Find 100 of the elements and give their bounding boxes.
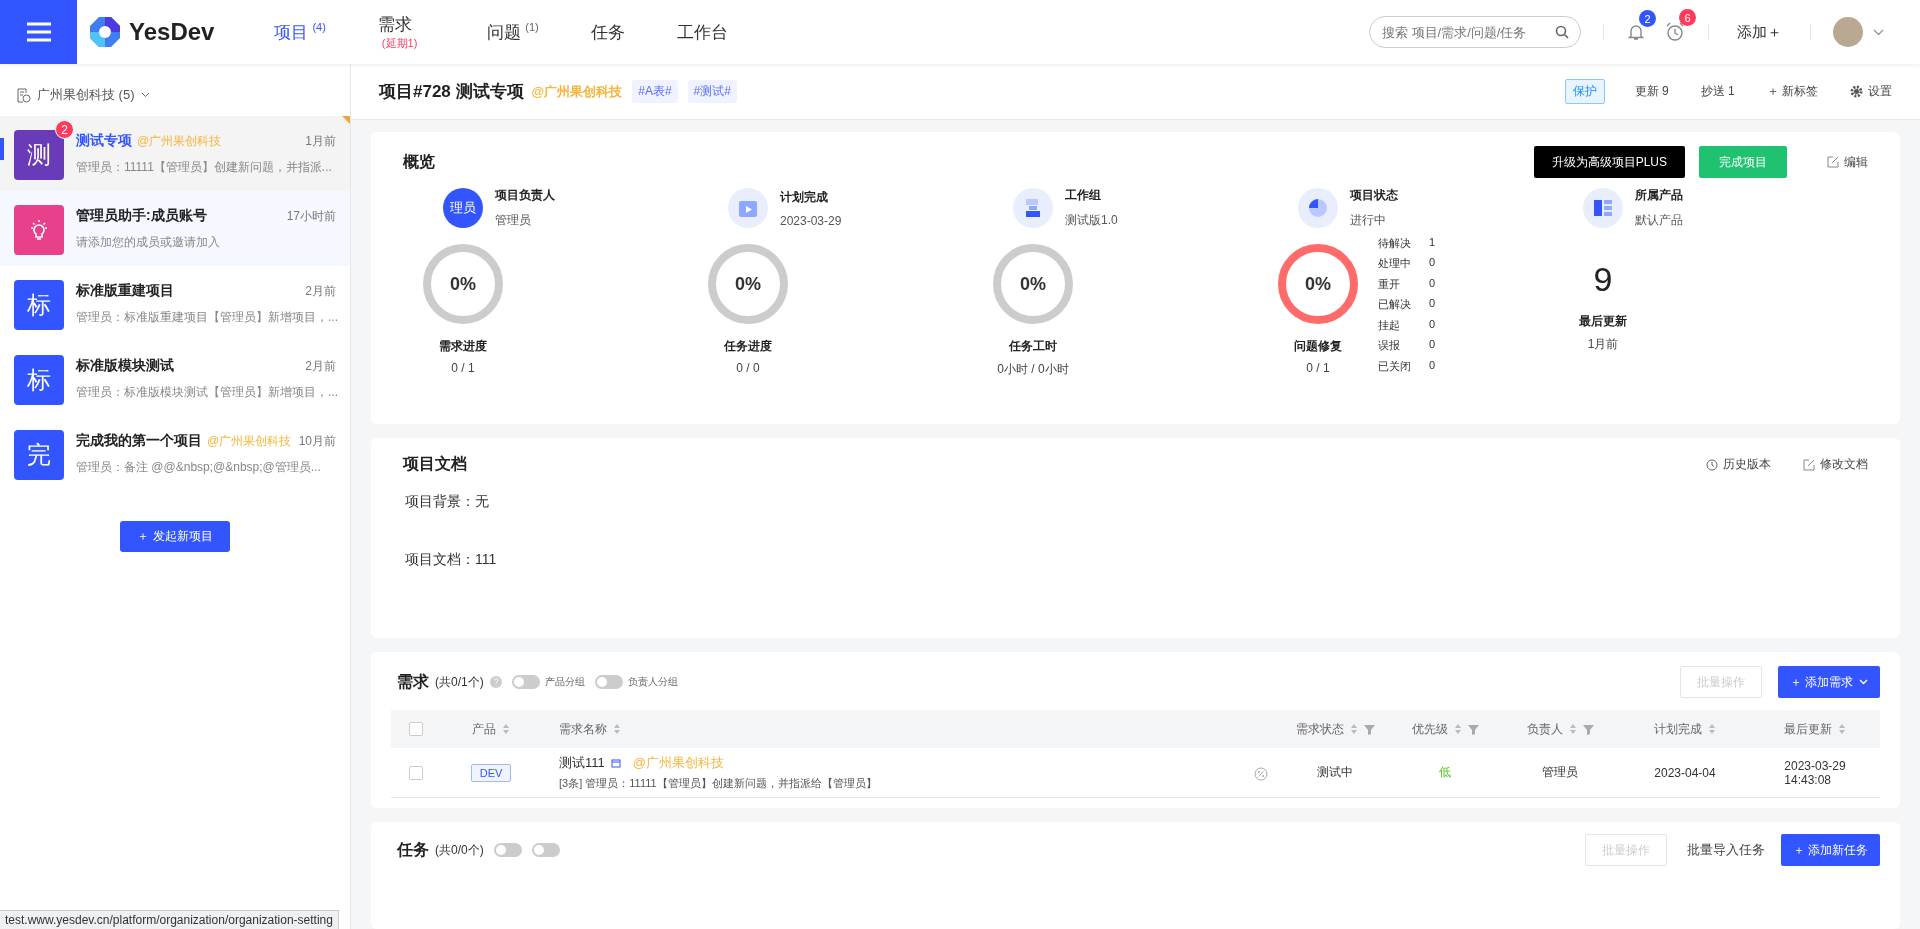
settings-icon — [1850, 85, 1863, 98]
project-list-item[interactable]: 完 完成我的第一个项目 @广州果创科技 10月前 管理员：备注 @@&nbsp;@&nbsp;@管理员... — [0, 416, 350, 491]
requirement-name[interactable]: 测试111 — [559, 754, 605, 772]
owner-avatar: 理员 — [443, 188, 483, 228]
add-requirement-button[interactable]: ＋ 添加需求 — [1777, 666, 1880, 698]
nav-tab[interactable]: 任务 — [590, 20, 625, 44]
project-list-item[interactable]: 标 标准版模块测试 2月前 管理员：标准版模块测试【管理员】新增项目，... — [0, 341, 350, 416]
cc-link[interactable]: 抄送 1 — [1700, 83, 1735, 100]
organization-tag: @广州果创科技 — [207, 433, 292, 450]
project-title: 项目#728 测试专项 — [379, 81, 524, 103]
new-tag-link[interactable]: ＋ 新标签 — [1766, 83, 1818, 100]
sort-icon[interactable] — [1838, 723, 1846, 735]
organization-tag: @广州果创科技 — [632, 754, 724, 772]
calendar-list-icon[interactable] — [16, 87, 31, 103]
project-title: 标准版重建项目 — [76, 282, 174, 300]
stat-label: 挂起 — [1378, 317, 1401, 333]
lightbulb-icon — [28, 219, 50, 241]
upgrade-button[interactable]: 升级为高级项目PLUS — [1533, 146, 1685, 178]
table-cell-text: 2023-04-04 — [1653, 765, 1717, 780]
stat-value: 0 — [1429, 317, 1436, 332]
tag[interactable]: #测试# — [687, 80, 737, 103]
nav-tab[interactable]: 工作台 — [676, 20, 728, 44]
column-header[interactable]: 负责人 — [1526, 720, 1563, 738]
item-count: (共0/1个) — [435, 673, 484, 691]
column-header[interactable]: 优先级 — [1411, 720, 1448, 738]
column-header[interactable]: 最后更新 — [1784, 720, 1832, 738]
ring-label: 问题修复 — [1294, 338, 1342, 355]
doc-line: 项目背景：无 — [405, 493, 490, 511]
priority-label: 低 — [1438, 764, 1452, 781]
new-project-button[interactable]: ＋ 发起新项目 — [120, 521, 230, 552]
sort-icon[interactable] — [1349, 723, 1358, 735]
edit-icon — [1827, 156, 1839, 168]
toggle-switch[interactable] — [594, 675, 623, 689]
project-list-item[interactable]: 测 2 测试专项 @广州果创科技 1月前 管理员：11111【管理员】创建新问题，并指派... — [0, 116, 350, 191]
alarm-clock-icon[interactable] — [1664, 21, 1686, 43]
chevron-down-icon[interactable] — [140, 92, 150, 98]
sort-icon[interactable] — [613, 723, 621, 735]
stat-value: 0 — [1429, 297, 1436, 312]
organization-tag: @广州果创科技 — [531, 82, 623, 101]
stat-label: 已解决 — [1378, 297, 1411, 313]
chevron-down-icon[interactable] — [1873, 28, 1884, 36]
percent-icon — [1254, 767, 1268, 781]
filter-icon[interactable] — [1363, 723, 1375, 735]
settings-button[interactable]: 设置 — [1850, 83, 1892, 100]
sort-icon[interactable] — [1453, 723, 1462, 735]
ring-label: 最后更新 — [1579, 313, 1627, 330]
menu-icon — [25, 21, 52, 43]
edit-doc-link[interactable]: 修改文档 — [1803, 456, 1868, 473]
column-header[interactable]: 产品 — [472, 720, 496, 738]
updates-link[interactable]: 更新 9 — [1634, 83, 1669, 100]
add-menu-button[interactable]: 添加＋ — [1731, 21, 1788, 43]
import-tasks-link[interactable]: 批量导入任务 — [1686, 841, 1765, 859]
search-icon[interactable] — [1555, 25, 1569, 39]
organization-name[interactable]: 广州果创科技 (5) — [37, 86, 135, 104]
table-cell-text: 2023-03-29 14:43:08 — [1783, 758, 1847, 787]
info-value: 2023-03-29 — [780, 213, 842, 228]
nav-tab[interactable]: 项目 $^{(4)}$ — [274, 20, 326, 44]
sort-icon[interactable] — [1568, 723, 1577, 735]
corner-flag-icon — [342, 116, 350, 124]
filter-icon[interactable] — [1467, 723, 1479, 735]
stat-value: 0 — [1429, 338, 1436, 353]
edit-link[interactable]: 编辑 — [1827, 153, 1868, 171]
nav-tab[interactable]: 问题 $^{(1)}$ — [487, 20, 539, 44]
sort-icon[interactable] — [1708, 723, 1716, 735]
help-icon[interactable] — [489, 676, 502, 688]
add-task-button[interactable]: ＋ 添加新任务 — [1780, 834, 1880, 866]
section-title: 需求 — [397, 671, 429, 692]
info-value: 管理员 — [495, 212, 532, 229]
ring-count: 0 / 0 — [736, 361, 760, 375]
column-header[interactable]: 需求名称 — [559, 720, 607, 738]
bell-icon[interactable] — [1626, 22, 1646, 42]
search-field[interactable]: 搜索 项目/需求/问题/任务 — [1369, 16, 1581, 48]
column-header[interactable]: 需求状态 — [1295, 720, 1344, 738]
project-list-item[interactable]: 管理员助手:成员账号 17小时前 请添加您的成员或邀请加入 — [0, 191, 350, 266]
info-label: 项目状态 — [1350, 187, 1398, 204]
checkbox[interactable] — [409, 765, 423, 780]
stat-value: 0 — [1429, 276, 1436, 291]
project-list-item[interactable]: 标 标准版重建项目 2月前 管理员：标准版重建项目【管理员】新增项目，... — [0, 266, 350, 341]
progress-ring: 0% — [708, 244, 788, 324]
avatar[interactable] — [1833, 17, 1863, 47]
menu-button[interactable] — [0, 0, 77, 64]
filter-icon[interactable] — [1582, 723, 1594, 735]
unread-badge: 2 — [55, 120, 74, 139]
tag[interactable]: #A表# — [632, 80, 678, 103]
toggle-switch[interactable] — [511, 675, 540, 689]
toggle-switch[interactable] — [493, 843, 522, 857]
project-title: 测试专项 — [76, 132, 132, 150]
product-tag: DEV — [470, 763, 512, 782]
stat-label: 重开 — [1378, 276, 1401, 292]
clock-icon — [1706, 458, 1718, 471]
calendar-icon — [610, 758, 621, 768]
stat-label: 处理中 — [1378, 256, 1411, 272]
toggle-switch[interactable] — [531, 843, 560, 857]
column-header[interactable]: 计划完成 — [1654, 720, 1702, 738]
section-title: 项目文档 — [403, 454, 467, 474]
sort-icon[interactable] — [502, 723, 510, 735]
ring-count: 0小时 / 0小时 — [997, 361, 1069, 378]
history-link[interactable]: 历史版本 — [1706, 456, 1771, 473]
checkbox[interactable] — [409, 722, 423, 736]
toggle-label: 产品分组 — [544, 675, 585, 689]
